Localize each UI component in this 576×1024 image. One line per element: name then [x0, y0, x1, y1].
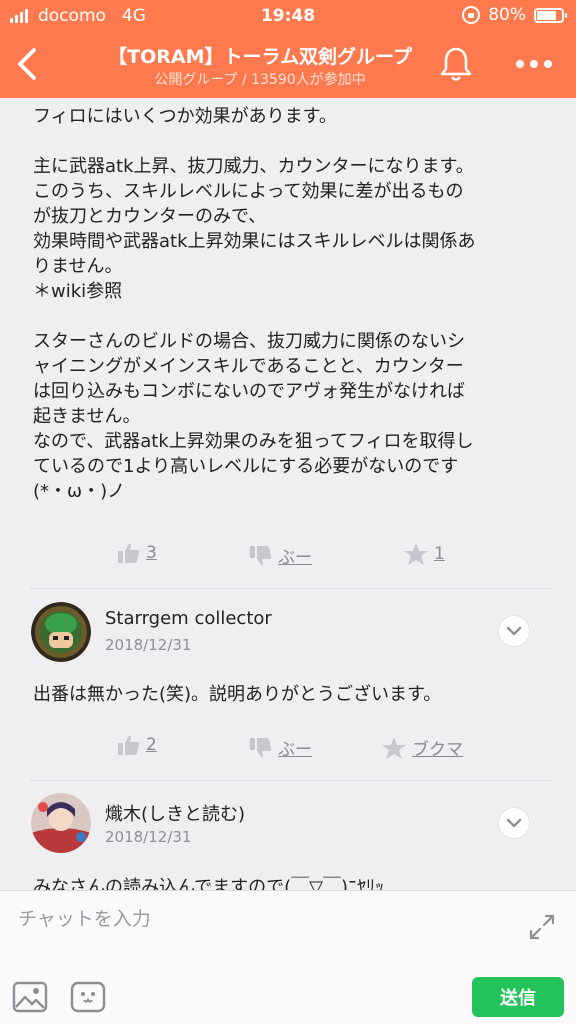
divider [30, 780, 552, 781]
avatar[interactable] [31, 602, 91, 662]
thumbs-up-icon [118, 735, 140, 755]
comment-text: 出番は無かった(笑)。説明ありがとうございます。 [33, 684, 442, 705]
group-title: 【TORAM】トーラム双剣グループ [108, 46, 412, 68]
image-button[interactable] [12, 979, 48, 1015]
chat-input[interactable] [18, 901, 508, 937]
composer: 送信 [0, 890, 576, 1024]
like-button[interactable]: 2 [118, 735, 157, 755]
send-button[interactable]: 送信 [472, 977, 564, 1017]
star-icon [382, 736, 406, 759]
rotation-lock-icon [462, 6, 481, 24]
status-bar: docomo 4G 19:48 80% [0, 0, 576, 32]
comment-author[interactable]: 熾木(しきと読む) [105, 800, 245, 826]
thumbs-down-icon [250, 545, 272, 565]
more-dot [516, 60, 524, 68]
expand-icon [529, 914, 555, 940]
like-button[interactable]: 3 [118, 543, 157, 563]
more-dot [530, 60, 538, 68]
dislike-label: ぶー [278, 740, 312, 760]
chevron-down-icon [506, 626, 522, 636]
favorite-count: 1 [434, 544, 445, 564]
divider [30, 588, 552, 589]
comment-date: 2018/12/31 [105, 636, 192, 654]
comment-menu-button[interactable] [498, 807, 530, 839]
more-dot [544, 60, 552, 68]
post-paragraph: スターさんのビルドの場合、抜刀威力に関係のないシ ャイニングがメインスキルである… [33, 331, 474, 502]
avatar-image [31, 793, 91, 853]
nav-bar: 【TORAM】トーラム双剣グループ 公開グループ / 13590人が参加中 [0, 32, 576, 98]
post-paragraph: フィロにはいくつか効果があります。 [33, 106, 337, 127]
star-icon [404, 543, 428, 565]
thumbs-down-icon [250, 737, 272, 757]
battery-percent: 80% [488, 5, 526, 25]
comment-date: 2018/12/31 [105, 828, 192, 846]
comment-actions: 2 ぶー ブクマ [30, 735, 550, 765]
status-right: 80% [462, 5, 567, 25]
sticker-button[interactable] [70, 979, 106, 1015]
dislike-button[interactable]: ぶー [250, 543, 312, 568]
like-count: 2 [146, 735, 157, 755]
like-count: 3 [146, 543, 157, 563]
avatar-image [31, 602, 91, 662]
bookmark-label: ブクマ [412, 740, 463, 760]
chevron-down-icon [506, 818, 522, 828]
bookmark-button[interactable]: ブクマ [382, 735, 463, 760]
comment-author[interactable]: Starrgem collector [105, 608, 272, 629]
post-body: フィロにはいくつか効果があります。 主に武器atk上昇、抜刀威力、カウンターにな… [33, 104, 548, 504]
battery-icon [534, 7, 567, 23]
dislike-label: ぶー [278, 548, 312, 568]
thread-content[interactable]: フィロにはいくつか効果があります。 主に武器atk上昇、抜刀威力、カウンターにな… [0, 98, 576, 890]
post-actions: 3 ぶー 1 [30, 543, 550, 573]
dislike-button[interactable]: ぶー [250, 735, 312, 760]
sticker-face-icon [70, 981, 106, 1013]
bell-icon [440, 47, 472, 81]
back-button[interactable] [10, 42, 50, 86]
comment-menu-button[interactable] [498, 615, 530, 647]
comment-text: みなさんの読み込んでますので(￣▽￣)ﾆﾔﾘｯ [33, 877, 384, 890]
group-subtitle: 公開グループ / 13590人が参加中 [154, 72, 366, 88]
expand-button[interactable] [528, 913, 556, 941]
favorite-button[interactable]: 1 [404, 543, 445, 565]
more-options-button[interactable] [512, 54, 556, 74]
notification-button[interactable] [437, 44, 475, 84]
image-icon [12, 981, 48, 1013]
post-paragraph: 主に武器atk上昇、抜刀威力、カウンターになります。 このうち、スキルレベルによ… [33, 156, 476, 302]
avatar[interactable] [31, 793, 91, 853]
thumbs-up-icon [118, 543, 140, 563]
back-arrow-icon [18, 48, 36, 80]
